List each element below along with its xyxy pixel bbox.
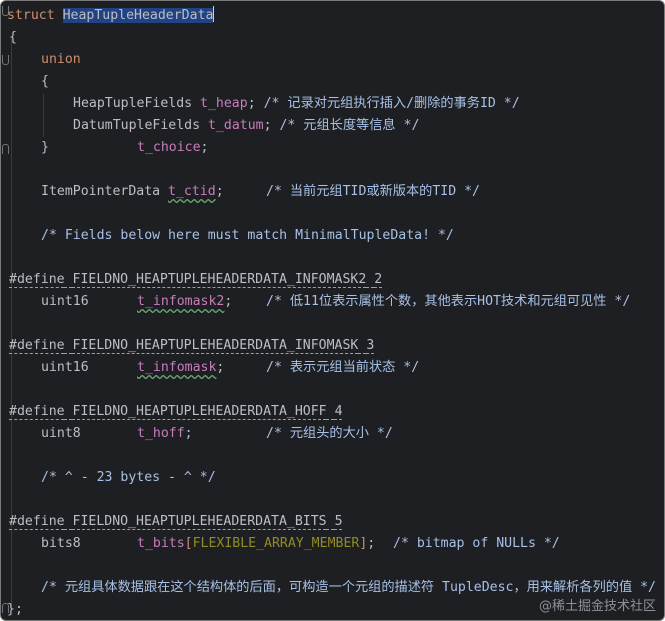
- code-line[interactable]: HeapTupleFields t_heap; /* 记录对元组执行插入/删除的…: [73, 93, 520, 115]
- open-brace: {: [9, 30, 17, 45]
- code-comment: /* 记录对元组执行插入/删除的事务ID */: [263, 96, 520, 111]
- code-line[interactable]: /* bitmap of NULLs */: [393, 533, 560, 555]
- close-brace: };: [7, 602, 23, 617]
- code-line[interactable]: t_bits[FLEXIBLE_ARRAY_MEMBER];: [137, 533, 375, 555]
- code-comment: /* 元组长度等信息 */: [279, 118, 420, 133]
- type-name: ItemPointerData: [41, 184, 161, 199]
- field-name: t_infomask: [137, 360, 217, 375]
- keyword-union: union: [41, 52, 81, 67]
- code-line[interactable]: /* 当前元组TID或新版本的TID */: [266, 181, 480, 203]
- code-line[interactable]: struct HeapTupleHeaderData: [7, 5, 215, 27]
- code-editor[interactable]: struct HeapTupleHeaderData { union { Hea…: [0, 0, 665, 621]
- field-name: t_infomask2: [137, 294, 225, 309]
- fold-icon[interactable]: [2, 144, 9, 154]
- union-open-brace: {: [41, 74, 49, 89]
- code-line[interactable]: DatumTupleFields t_datum; /* 元组长度等信息 */: [73, 115, 419, 137]
- code-line[interactable]: uint16: [41, 357, 89, 379]
- macro-name: FIELDNO_HEAPTUPLEHEADERDATA_HOFF: [72, 404, 327, 419]
- field-name: t_bits: [137, 536, 185, 551]
- code-line[interactable]: t_infomask;: [137, 357, 224, 379]
- code-line[interactable]: /* ^ - 23 bytes - ^ */: [41, 467, 216, 489]
- code-line[interactable]: uint16: [41, 291, 89, 313]
- code-line[interactable]: }: [41, 137, 49, 159]
- code-comment: /* 低11位表示属性个数，其他表示HOT技术和元组可见性 */: [266, 294, 631, 309]
- type-name: bits8: [41, 536, 81, 551]
- code-comment: /* 表示元组当前状态 */: [266, 360, 420, 375]
- code-line[interactable]: #define FIELDNO_HEAPTUPLEHEADERDATA_HOFF…: [9, 401, 343, 423]
- union-close-brace: }: [41, 140, 49, 155]
- code-line[interactable]: /* Fields below here must match MinimalT…: [41, 225, 454, 247]
- code-comment: /* 元组头的大小 */: [266, 426, 393, 441]
- type-name: uint16: [41, 360, 89, 375]
- code-line[interactable]: {: [41, 71, 49, 93]
- code-line[interactable]: uint8: [41, 423, 81, 445]
- code-line[interactable]: t_infomask2;: [137, 291, 232, 313]
- define-keyword: #define: [9, 404, 65, 419]
- code-line[interactable]: #define FIELDNO_HEAPTUPLEHEADERDATA_INFO…: [9, 269, 382, 291]
- type-name: DatumTupleFields: [73, 118, 201, 133]
- code-line[interactable]: union: [41, 49, 81, 71]
- code-line[interactable]: t_hoff;: [137, 423, 193, 445]
- field-name: t_choice: [137, 140, 201, 155]
- bracket-close: ]: [359, 536, 368, 551]
- code-line[interactable]: ItemPointerData t_ctid;: [41, 181, 224, 203]
- code-line[interactable]: /* 低11位表示属性个数，其他表示HOT技术和元组可见性 */: [266, 291, 630, 313]
- define-keyword: #define: [9, 514, 65, 529]
- macro-name: FLEXIBLE_ARRAY_MEMBER: [192, 536, 360, 551]
- type-name: uint16: [41, 294, 89, 309]
- macro-name: FIELDNO_HEAPTUPLEHEADERDATA_BITS: [72, 514, 327, 529]
- macro-value: 3: [366, 338, 375, 353]
- text-cursor: [213, 6, 215, 22]
- code-line[interactable]: bits8: [41, 533, 81, 555]
- field-name: t_hoff: [137, 426, 185, 441]
- macro-name: FIELDNO_HEAPTUPLEHEADERDATA_INFOMASK: [72, 338, 359, 353]
- type-name: HeapTupleFields: [73, 96, 193, 111]
- bracket-open: [: [184, 536, 193, 551]
- fold-icon[interactable]: [2, 55, 9, 65]
- indent-guide-union: [43, 94, 44, 137]
- field-name: t_heap: [200, 96, 248, 111]
- watermark: @稀土掘金技术社区: [538, 599, 656, 614]
- code-line[interactable]: t_choice;: [137, 137, 208, 159]
- code-comment: /* Fields below here must match MinimalT…: [41, 228, 454, 243]
- macro-value: 5: [334, 514, 343, 529]
- code-comment: /* ^ - 23 bytes - ^ */: [41, 470, 216, 485]
- code-line[interactable]: #define FIELDNO_HEAPTUPLEHEADERDATA_BITS…: [9, 511, 343, 533]
- keyword-struct: struct: [7, 8, 55, 23]
- code-line[interactable]: };: [7, 599, 23, 620]
- code-line[interactable]: {: [9, 27, 17, 49]
- type-name: uint8: [41, 426, 81, 441]
- macro-name: FIELDNO_HEAPTUPLEHEADERDATA_INFOMASK2: [72, 272, 367, 287]
- struct-name-selected[interactable]: HeapTupleHeaderData: [62, 8, 214, 23]
- macro-value: 2: [374, 272, 383, 287]
- define-keyword: #define: [9, 338, 65, 353]
- code-comment: /* 当前元组TID或新版本的TID */: [266, 184, 480, 199]
- code-line[interactable]: /* 表示元组当前状态 */: [266, 357, 419, 379]
- code-comment: /* bitmap of NULLs */: [393, 536, 560, 551]
- macro-value: 4: [334, 404, 343, 419]
- define-keyword: #define: [9, 272, 65, 287]
- code-line[interactable]: /* 元组头的大小 */: [266, 423, 393, 445]
- field-name: t_datum: [208, 118, 264, 133]
- code-line[interactable]: #define FIELDNO_HEAPTUPLEHEADERDATA_INFO…: [9, 335, 374, 357]
- field-name: t_ctid: [168, 184, 216, 199]
- code-comment: /* 元组具体数据跟在这个结构体的后面，可构造一个元组的描述符 TupleDes…: [41, 580, 656, 595]
